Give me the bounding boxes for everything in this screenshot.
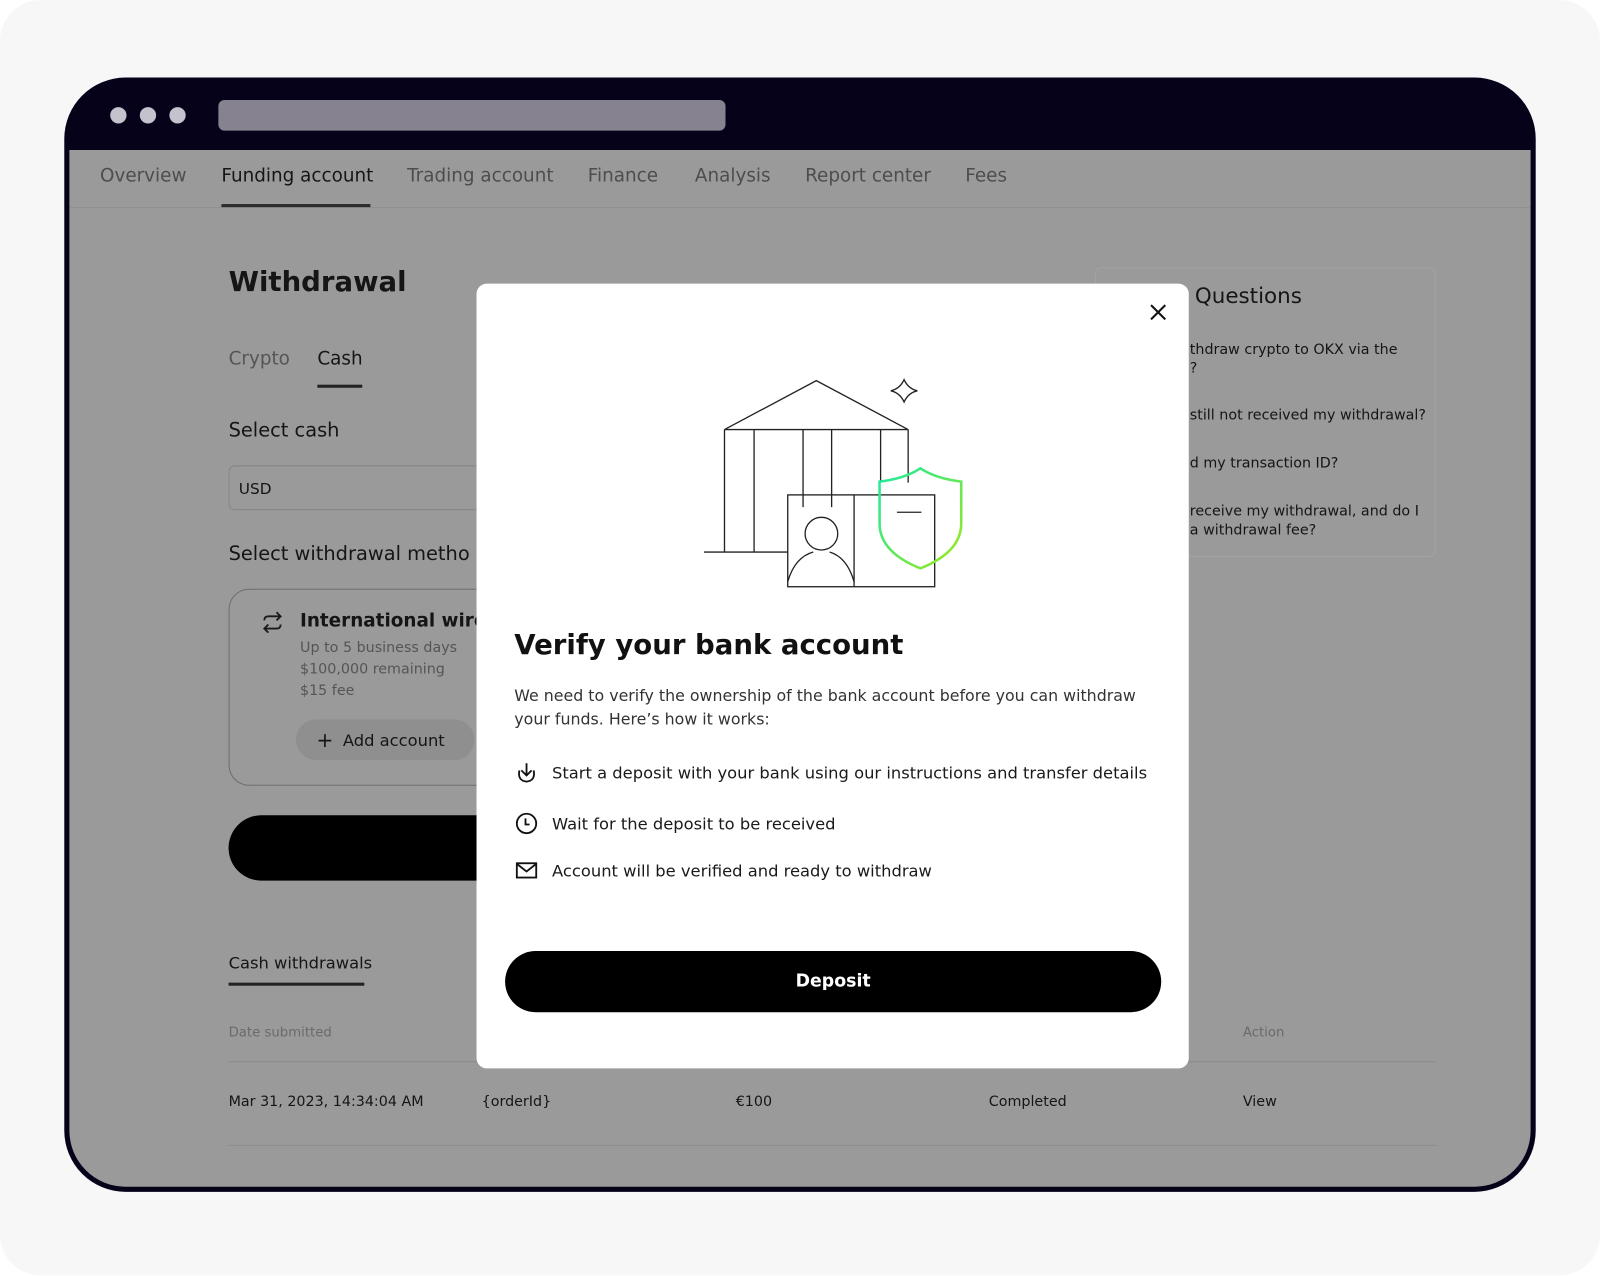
tab-finance[interactable]: Finance <box>588 165 658 186</box>
mail-icon <box>515 862 538 879</box>
faq-item[interactable]: d my transaction ID? <box>1190 455 1339 471</box>
modal-description: your funds. Here’s how it works: <box>514 710 770 729</box>
faq-title: Questions <box>1194 283 1302 309</box>
divider <box>228 1144 1437 1146</box>
tab-report-center[interactable]: Report center <box>805 165 931 186</box>
close-icon[interactable] <box>1148 302 1168 322</box>
window-dot <box>169 107 186 124</box>
header-date: Date submitted <box>228 1025 332 1041</box>
modal-title: Verify your bank account <box>514 629 904 662</box>
tab-funding-account[interactable]: Funding account <box>221 165 373 186</box>
method-label: Select withdrawal metho <box>228 542 470 566</box>
modal-description: We need to verify the ownership of the b… <box>514 686 1136 706</box>
faq-item-text: ? <box>1189 360 1198 377</box>
bank-verification-illustration <box>704 377 963 588</box>
method-detail: $100,000 remaining <box>299 661 445 678</box>
cash-tab-indicator <box>317 384 363 388</box>
step-text: Wait for the deposit to be received <box>552 814 836 834</box>
method-detail: Up to 5 business days <box>299 639 458 657</box>
verify-bank-modal: Verify your bank account We need to veri… <box>476 283 1189 1069</box>
tab-crypto[interactable]: Crypto <box>229 348 290 369</box>
tab-overview[interactable]: Overview <box>100 165 186 186</box>
faq-item-text: thdraw crypto to OKX via the <box>1189 341 1398 359</box>
tab-trading-account[interactable]: Trading account <box>407 165 553 186</box>
top-nav: Overview Funding account Trading account… <box>69 150 1531 209</box>
method-name: International wire <box>299 610 487 632</box>
clock-icon <box>515 812 538 835</box>
view-link[interactable]: View <box>1243 1094 1277 1110</box>
address-bar[interactable] <box>218 99 726 131</box>
faq-item[interactable]: still not received my withdrawal? <box>1190 407 1426 423</box>
cell-order: {orderId} <box>481 1093 552 1111</box>
swap-arrows-icon <box>262 611 282 634</box>
deposit-button[interactable]: Deposit <box>505 951 1162 1013</box>
tab-cash[interactable]: Cash <box>317 348 362 369</box>
cell-status: Completed <box>988 1093 1067 1111</box>
currency-value: USD <box>238 479 272 498</box>
header-action: Action <box>1242 1025 1285 1041</box>
add-account-button[interactable]: + Add account <box>295 719 475 761</box>
method-detail: $15 fee <box>299 682 355 699</box>
select-cash-label: Select cash <box>228 419 340 442</box>
add-account-label: Add account <box>342 730 445 750</box>
active-tab-indicator <box>221 204 371 208</box>
cell-amount: €100 <box>735 1093 773 1111</box>
tab-fees[interactable]: Fees <box>965 165 1007 186</box>
download-icon <box>518 763 535 783</box>
window-dot <box>110 107 127 124</box>
faq-item[interactable]: receive my withdrawal, and do I a withdra… <box>1190 502 1419 541</box>
tab-analysis[interactable]: Analysis <box>695 165 771 186</box>
deposit-label: Deposit <box>795 971 871 992</box>
step-text: Start a deposit with your bank using our… <box>552 763 1148 783</box>
page-title: Withdrawal <box>228 266 407 298</box>
faq-item-text: a withdrawal fee? <box>1189 522 1317 539</box>
tab-cash-withdrawals[interactable]: Cash withdrawals <box>229 953 373 972</box>
faq-item[interactable]: thdraw crypto to OKX via the? <box>1190 341 1398 378</box>
cell-date: Mar 31, 2023, 14:34:04 AM <box>228 1093 424 1111</box>
window-dot <box>139 107 157 124</box>
plus-icon: + <box>316 727 334 753</box>
history-tab-indicator <box>228 982 365 986</box>
faq-item-text: receive my withdrawal, and do I <box>1189 503 1419 520</box>
step-text: Account will be verified and ready to wi… <box>552 861 932 881</box>
